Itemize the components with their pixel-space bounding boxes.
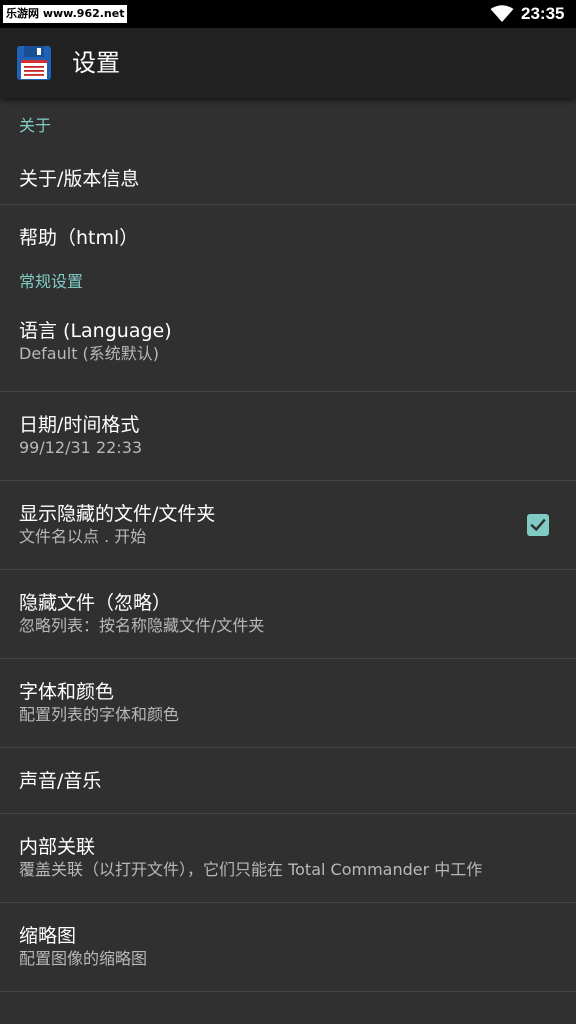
pref-summary: 99/12/31 22:33 bbox=[19, 438, 143, 457]
help-item[interactable]: 帮助（html） bbox=[0, 205, 576, 271]
section-header-about: 关于 bbox=[19, 116, 52, 135]
thumbnails-item[interactable]: 缩略图 配置图像的缩略图 bbox=[0, 903, 576, 992]
section-header-general: 常规设置 bbox=[19, 272, 84, 291]
fonts-colors-item[interactable]: 字体和颜色 配置列表的字体和颜色 bbox=[0, 659, 576, 748]
check-icon bbox=[530, 518, 546, 532]
floppy-disk-icon[interactable] bbox=[16, 45, 52, 81]
pref-title: 缩略图 bbox=[19, 925, 77, 947]
about-version-item[interactable]: 关于/版本信息 bbox=[0, 154, 576, 205]
pref-summary: Default (系统默认) bbox=[19, 344, 160, 363]
pref-title: 语言 (Language) bbox=[19, 320, 172, 342]
toolbar: 设置 bbox=[0, 28, 576, 98]
pref-summary: 配置列表的字体和颜色 bbox=[19, 705, 180, 724]
wifi-icon bbox=[490, 5, 514, 22]
status-bar: 乐游网 www.962.net 23:35 bbox=[0, 0, 576, 28]
date-format-item[interactable]: 日期/时间格式 99/12/31 22:33 bbox=[0, 392, 576, 481]
sound-music-item[interactable]: 声音/音乐 bbox=[0, 748, 576, 814]
pref-title: 日期/时间格式 bbox=[19, 414, 140, 436]
pref-summary: 文件名以点 . 开始 bbox=[19, 527, 147, 546]
pref-summary: 覆盖关联（以打开文件），它们只能在 Total Commander 中工作 bbox=[19, 860, 483, 879]
hide-files-item[interactable]: 隐藏文件（忽略） 忽略列表：按名称隐藏文件/文件夹 bbox=[0, 570, 576, 659]
clock: 23:35 bbox=[521, 4, 565, 23]
page-title: 设置 bbox=[72, 49, 120, 77]
pref-title: 内部关联 bbox=[19, 836, 96, 858]
pref-title: 关于/版本信息 bbox=[19, 168, 140, 190]
pref-title: 字体和颜色 bbox=[19, 681, 115, 703]
watermark: 乐游网 www.962.net bbox=[3, 5, 128, 23]
show-hidden-checkbox[interactable] bbox=[527, 514, 549, 536]
pref-title: 声音/音乐 bbox=[19, 770, 102, 792]
pref-summary: 配置图像的缩略图 bbox=[19, 949, 148, 968]
internal-associations-item[interactable]: 内部关联 覆盖关联（以打开文件），它们只能在 Total Commander 中… bbox=[0, 814, 576, 903]
pref-title: 帮助（html） bbox=[19, 227, 139, 249]
language-item[interactable]: 语言 (Language) Default (系统默认) bbox=[0, 303, 576, 392]
pref-title: 显示隐藏的文件/文件夹 bbox=[19, 503, 216, 525]
settings-list: 关于 关于/版本信息 帮助（html） 常规设置 语言 (Language) D… bbox=[0, 98, 576, 992]
pref-summary: 忽略列表：按名称隐藏文件/文件夹 bbox=[19, 616, 265, 635]
pref-title: 隐藏文件（忽略） bbox=[19, 592, 172, 614]
show-hidden-item[interactable]: 显示隐藏的文件/文件夹 文件名以点 . 开始 bbox=[0, 481, 576, 570]
